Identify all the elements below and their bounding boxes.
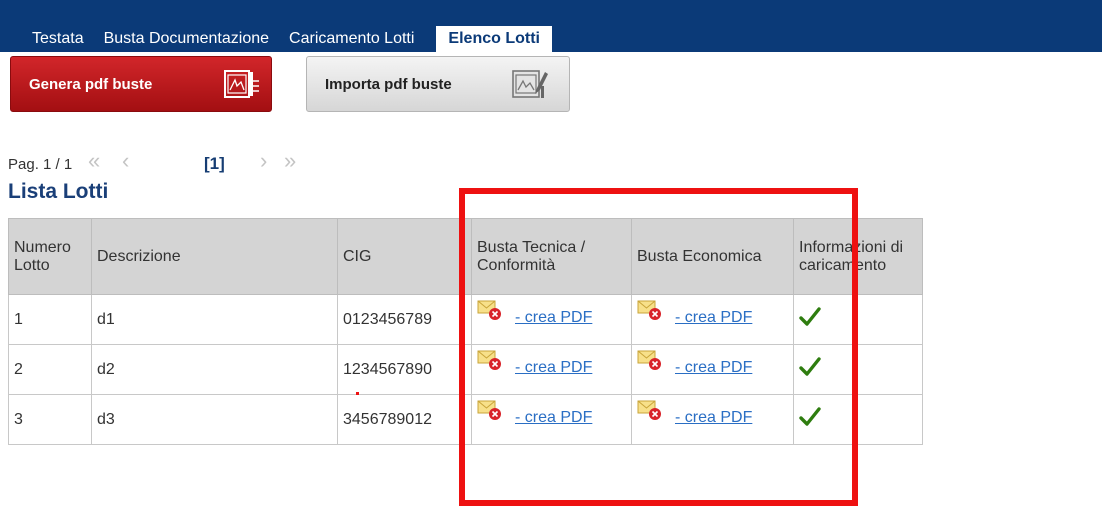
envelope-error-icon: [477, 399, 503, 428]
importa-pdf-buste-button[interactable]: Importa pdf buste: [306, 56, 570, 112]
tab-elenco-lotti[interactable]: Elenco Lotti: [436, 26, 552, 52]
cell-descrizione: d2: [91, 344, 338, 395]
header-busta-tecnica: Busta Tecnica / Conformità: [471, 218, 632, 295]
cell-busta-tecnica: - crea PDF: [471, 294, 632, 345]
crea-pdf-tecnica-link[interactable]: - crea PDF: [515, 309, 592, 326]
genera-pdf-buste-label: Genera pdf buste: [29, 75, 153, 93]
table-row: 1 d1 0123456789 - crea PDF - crea PDF: [8, 294, 923, 345]
envelope-error-icon: [637, 349, 663, 378]
cell-busta-economica: - crea PDF: [631, 344, 794, 395]
crea-pdf-tecnica-link[interactable]: - crea PDF: [515, 409, 592, 426]
current-page-link[interactable]: [1]: [204, 154, 225, 174]
cell-cig: 0123456789: [337, 294, 472, 345]
crea-pdf-economica-link[interactable]: - crea PDF: [675, 409, 752, 426]
page-info: Pag. 1 / 1: [8, 156, 73, 173]
header-descrizione: Descrizione: [91, 218, 338, 295]
checkmark-icon: [799, 406, 821, 433]
tab-testata[interactable]: Testata: [22, 26, 94, 52]
tab-strip: Testata Busta Documentazione Caricamento…: [22, 26, 552, 52]
table-header-row: Numero Lotto Descrizione CIG Busta Tecni…: [8, 218, 923, 295]
next-page-icon[interactable]: ›: [260, 148, 267, 174]
tab-caricamento-lotti[interactable]: Caricamento Lotti: [279, 26, 424, 52]
checkmark-icon: [799, 306, 821, 333]
crea-pdf-tecnica-link[interactable]: - crea PDF: [515, 359, 592, 376]
envelope-error-icon: [637, 399, 663, 428]
header-cig: CIG: [337, 218, 472, 295]
cell-busta-tecnica: - crea PDF: [471, 394, 632, 445]
envelope-error-icon: [637, 299, 663, 328]
envelope-error-icon: [477, 299, 503, 328]
cell-numero: 3: [8, 394, 92, 445]
top-navigation-bar: Testata Busta Documentazione Caricamento…: [0, 0, 1102, 52]
table-row: 2 d2 1234567890 - crea PDF - crea PDF: [8, 344, 923, 395]
genera-pdf-buste-button[interactable]: Genera pdf buste: [10, 56, 272, 112]
cell-informazioni: [793, 344, 923, 395]
cell-descrizione: d1: [91, 294, 338, 345]
list-title: Lista Lotti: [8, 180, 109, 203]
header-numero-lotto: Numero Lotto: [8, 218, 92, 295]
pdf-generate-icon: [223, 68, 261, 106]
envelope-error-icon: [477, 349, 503, 378]
previous-page-icon[interactable]: ‹: [122, 148, 129, 174]
annotation-dot: [356, 392, 359, 395]
cell-cig: 1234567890: [337, 344, 472, 395]
importa-pdf-buste-label: Importa pdf buste: [325, 75, 452, 93]
pdf-import-icon: [511, 68, 551, 106]
cell-cig: 3456789012: [337, 394, 472, 445]
cell-informazioni: [793, 294, 923, 345]
cell-busta-economica: - crea PDF: [631, 294, 794, 345]
table-row: 3 d3 3456789012 - crea PDF - crea PDF: [8, 394, 923, 445]
checkmark-icon: [799, 356, 821, 383]
cell-descrizione: d3: [91, 394, 338, 445]
cell-busta-tecnica: - crea PDF: [471, 344, 632, 395]
first-page-icon[interactable]: «: [88, 148, 100, 174]
cell-busta-economica: - crea PDF: [631, 394, 794, 445]
tab-busta-documentazione[interactable]: Busta Documentazione: [94, 26, 279, 52]
cell-numero: 2: [8, 344, 92, 395]
crea-pdf-economica-link[interactable]: - crea PDF: [675, 309, 752, 326]
cell-informazioni: [793, 394, 923, 445]
crea-pdf-economica-link[interactable]: - crea PDF: [675, 359, 752, 376]
last-page-icon[interactable]: »: [284, 148, 296, 174]
lotti-table: Numero Lotto Descrizione CIG Busta Tecni…: [8, 218, 923, 445]
cell-numero: 1: [8, 294, 92, 345]
header-busta-economica: Busta Economica: [631, 218, 794, 295]
header-informazioni-caricamento: Informazioni di caricamento: [793, 218, 923, 295]
